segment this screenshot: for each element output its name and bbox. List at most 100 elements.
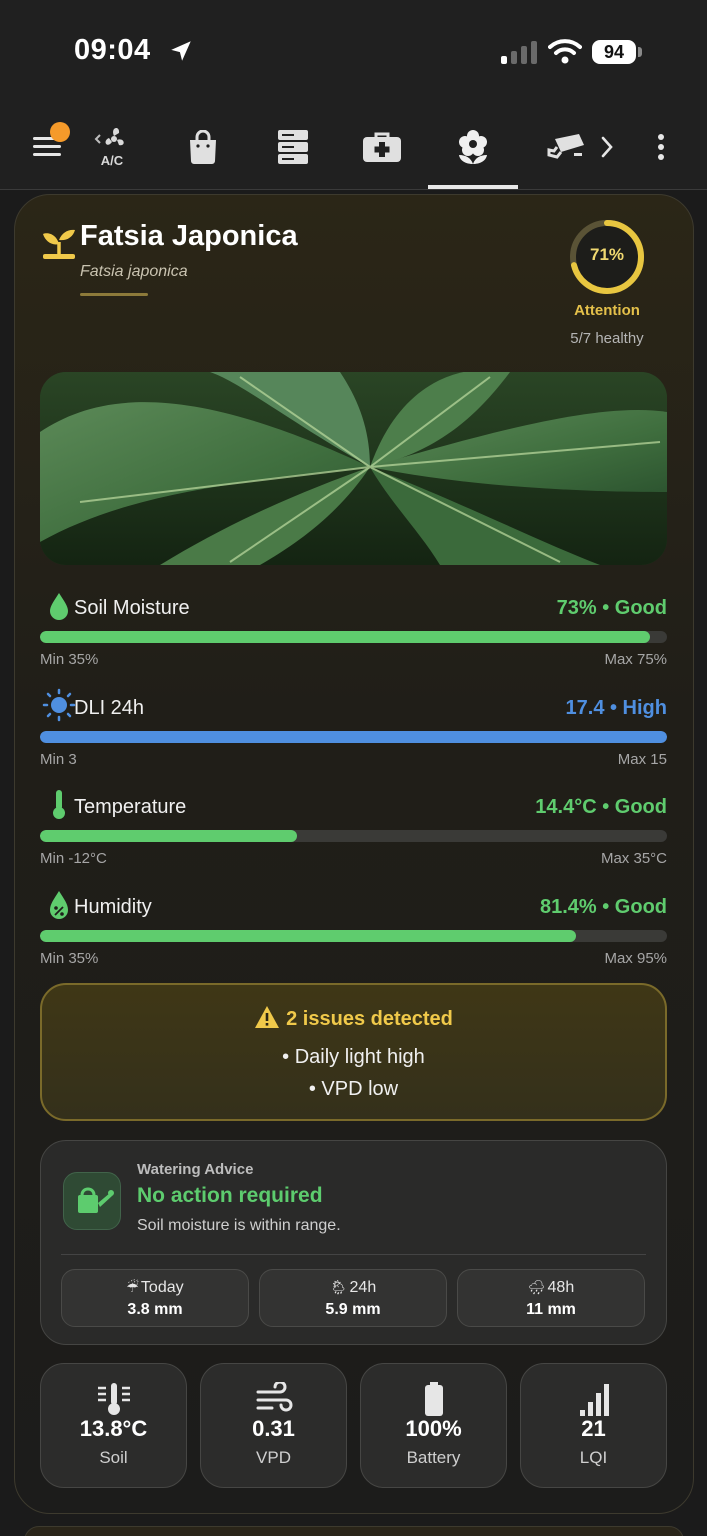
- metric-track: [40, 631, 667, 643]
- rain-period-label: 48h: [547, 1279, 575, 1296]
- security-camera-icon: [547, 134, 584, 159]
- tab-cameras[interactable]: [540, 105, 592, 189]
- plant-photo: [40, 372, 667, 565]
- sun-icon: [42, 688, 76, 722]
- tile-label: VPD: [256, 1448, 291, 1467]
- watering-can-icon: [78, 1187, 114, 1213]
- tile-vpd[interactable]: 0.31 VPD: [200, 1363, 347, 1488]
- tab-ac[interactable]: A/C: [84, 105, 140, 189]
- humidity-drop-icon: [50, 891, 68, 919]
- active-tab-indicator: [428, 185, 518, 189]
- plant-name: Fatsia Japonica: [80, 220, 298, 252]
- tab-plants[interactable]: [428, 105, 518, 189]
- metric-track: [40, 930, 667, 942]
- metric-label: Soil Moisture: [74, 597, 190, 619]
- issues-count-text: 2 issues detected: [286, 1008, 453, 1030]
- metric-max: Max 15: [617, 751, 667, 768]
- rain-period: ☔ Today: [62, 1279, 248, 1297]
- rain-cloud-icon: 🌧: [527, 1279, 546, 1295]
- location-arrow-icon: [171, 41, 191, 61]
- metric-min: Min 3: [40, 751, 77, 768]
- thermometer-icon: [53, 790, 65, 819]
- metric-fill: [40, 930, 577, 942]
- metric-track: [40, 731, 667, 743]
- battery-tip: [638, 47, 642, 57]
- watering-title: No action required: [137, 1184, 323, 1207]
- metric-fill: [40, 830, 298, 842]
- rain-amount: 11 mm: [526, 1301, 576, 1318]
- overflow-menu-button[interactable]: [644, 105, 678, 189]
- metric-value: 73% • Good: [556, 597, 667, 619]
- tile-label: LQI: [579, 1448, 608, 1467]
- scroll-tabs-right[interactable]: [592, 105, 622, 189]
- plant-latin-name: Fatsia japonica: [80, 263, 188, 280]
- metric-max: Max 75%: [604, 651, 667, 668]
- tab-bar: A/C: [0, 105, 707, 190]
- flower-icon: [459, 130, 487, 164]
- metric-value: 17.4 • High: [565, 697, 667, 719]
- metric-value: 14.4°C • Good: [535, 796, 667, 818]
- metric-min: Min 35%: [40, 651, 99, 668]
- issues-title: 2 issues detected: [42, 1005, 665, 1031]
- issue-item: • Daily light high: [282, 1046, 425, 1068]
- metric-value: 81.4% • Good: [539, 896, 667, 918]
- rain-forecast-48h: 🌧 48h 11 mm: [457, 1269, 645, 1327]
- fan-icon: A/C: [94, 127, 124, 168]
- issues-panel: 2 issues detected • Daily light high • V…: [40, 983, 667, 1121]
- metric-label: Humidity: [74, 896, 152, 918]
- metric-max: Max 95%: [604, 950, 667, 967]
- warning-icon: [255, 1006, 280, 1028]
- rain-forecast-today: ☔ Today 3.8 mm: [61, 1269, 249, 1327]
- notification-badge: [50, 122, 70, 142]
- tile-lqi[interactable]: 21 LQI: [520, 1363, 667, 1488]
- divider: [61, 1254, 646, 1255]
- more-vertical-icon: [658, 134, 664, 160]
- tile-value: 13.8°C: [79, 1416, 148, 1441]
- status-bar: 09:04 94: [0, 0, 707, 105]
- server-rack-icon: [278, 130, 308, 164]
- svg-text:A/C: A/C: [101, 153, 124, 168]
- sun-rain-cloud-icon: 🌦: [329, 1279, 348, 1295]
- watering-description: Soil moisture is within range.: [137, 1217, 341, 1234]
- wifi-icon: [548, 39, 582, 64]
- clock: 09:04: [74, 34, 151, 66]
- battery-level: 94: [592, 40, 636, 64]
- tile-value: 0.31: [252, 1416, 295, 1441]
- tile-soil-temp[interactable]: 13.8°C Soil: [40, 1363, 187, 1488]
- metric-label: Temperature: [74, 796, 187, 818]
- next-card-peek: [24, 1526, 684, 1536]
- tile-battery[interactable]: 100% Battery: [360, 1363, 507, 1488]
- rain-amount: 3.8 mm: [127, 1301, 183, 1318]
- watering-advice-panel: Watering Advice No action required Soil …: [40, 1140, 667, 1345]
- metric-fill: [40, 631, 651, 643]
- watering-can-tile: [63, 1172, 121, 1230]
- first-aid-kit-icon: [363, 132, 401, 162]
- soil-thermometer-icon: [98, 1383, 130, 1415]
- metric-fill: [40, 731, 667, 743]
- health-state: Attention: [574, 302, 640, 319]
- tile-label: Soil: [99, 1448, 128, 1467]
- tab-server[interactable]: [262, 105, 324, 189]
- metric-max: Max 35°C: [600, 850, 667, 867]
- metric-dli: DLI 24h 17.4 • High Min 3 Max 15: [40, 687, 667, 769]
- metric-min: Min -12°C: [40, 850, 107, 867]
- rain-period-label: 24h: [349, 1279, 377, 1296]
- metric-temperature: Temperature 14.4°C • Good Min -12°C Max …: [40, 786, 667, 868]
- battery-icon: [425, 1382, 443, 1416]
- chevron-right-icon: [601, 136, 613, 158]
- metric-min: Min 35%: [40, 950, 99, 967]
- tab-medical[interactable]: [350, 105, 414, 189]
- rain-period: 🌧 48h: [458, 1279, 644, 1297]
- metric-soil-moisture: Soil Moisture 73% • Good Min 35% Max 75%: [40, 587, 667, 669]
- signal-bars-icon: [580, 1384, 609, 1416]
- tab-menu[interactable]: [18, 105, 78, 189]
- wind-icon: [256, 1382, 293, 1412]
- healthy-count: 5/7 healthy: [570, 330, 644, 347]
- tile-value: 100%: [405, 1416, 462, 1441]
- metric-track: [40, 830, 667, 842]
- tile-value: 21: [581, 1416, 606, 1441]
- tab-shopping[interactable]: [172, 105, 234, 189]
- health-percent: 71%: [589, 245, 625, 264]
- sprout-icon: [43, 229, 75, 259]
- cellular-signal-icon: [501, 41, 537, 64]
